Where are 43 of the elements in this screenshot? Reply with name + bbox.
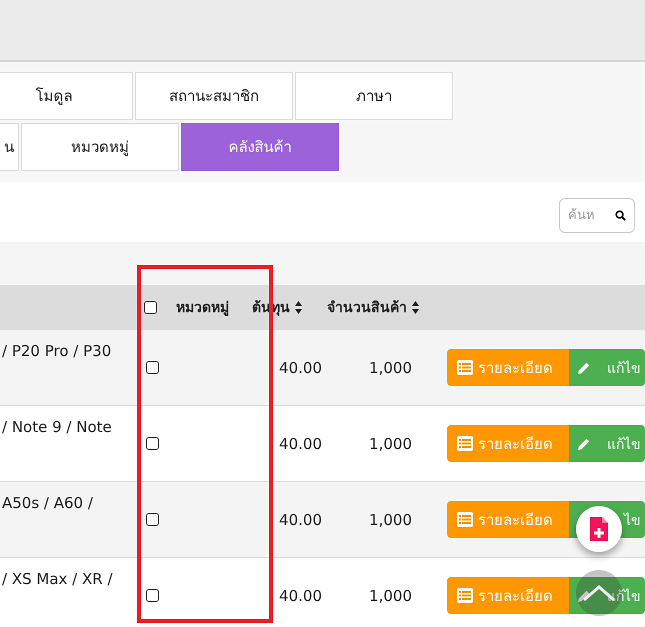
- list-icon: [457, 512, 473, 527]
- detail-button[interactable]: รายละเอียด: [447, 577, 569, 614]
- cost-cell: 40.00: [279, 586, 322, 604]
- quantity-cell: 1,000: [369, 510, 412, 528]
- list-icon: [457, 436, 473, 451]
- checkbox[interactable]: [146, 361, 159, 374]
- sort-icon[interactable]: [412, 300, 419, 314]
- search-icon: [615, 210, 626, 220]
- quantity-cell: 1,000: [369, 434, 412, 452]
- pencil-icon: [577, 588, 591, 602]
- quantity-cell: 1,000: [369, 358, 412, 376]
- column-header: หมวดหมู่: [176, 299, 229, 318]
- column-header: จำนวนสินค้า: [327, 299, 407, 318]
- checkbox[interactable]: [146, 589, 159, 602]
- product-name: / P20 Pro / P30: [2, 342, 112, 360]
- cost-cell: 40.00: [279, 358, 322, 376]
- checkbox[interactable]: [144, 300, 157, 314]
- file-plus-icon: [590, 517, 608, 541]
- tab[interactable]: ภาษา: [295, 72, 453, 120]
- checkbox[interactable]: [146, 437, 159, 450]
- product-name: / Note 9 / Note: [2, 418, 112, 436]
- cost-cell: 40.00: [279, 434, 322, 452]
- pencil-icon: [577, 360, 591, 374]
- tab[interactable]: น: [0, 123, 19, 171]
- edit-button[interactable]: แก้ไข: [569, 425, 645, 462]
- detail-button[interactable]: รายละเอียด: [447, 425, 569, 462]
- product-name: A50s / A60 /: [2, 494, 93, 512]
- tab[interactable]: สถานะสมาชิก: [135, 72, 293, 120]
- list-icon: [457, 360, 473, 375]
- edit-button[interactable]: แก้ไข: [569, 349, 645, 386]
- tab[interactable]: โมดูล: [0, 72, 133, 120]
- checkbox[interactable]: [146, 513, 159, 526]
- list-icon: [457, 588, 473, 603]
- sort-icon[interactable]: [295, 300, 302, 314]
- quantity-cell: 1,000: [369, 586, 412, 604]
- tab[interactable]: หมวดหมู่: [21, 123, 179, 171]
- detail-button[interactable]: รายละเอียด: [447, 501, 569, 538]
- product-name: / XS Max / XR /: [2, 570, 113, 588]
- cost-cell: 40.00: [279, 510, 322, 528]
- search-field[interactable]: ค้นห: [559, 198, 635, 232]
- tab[interactable]: คลังสินค้า: [181, 123, 339, 171]
- pencil-icon: [577, 436, 591, 450]
- detail-button[interactable]: รายละเอียด: [447, 349, 569, 386]
